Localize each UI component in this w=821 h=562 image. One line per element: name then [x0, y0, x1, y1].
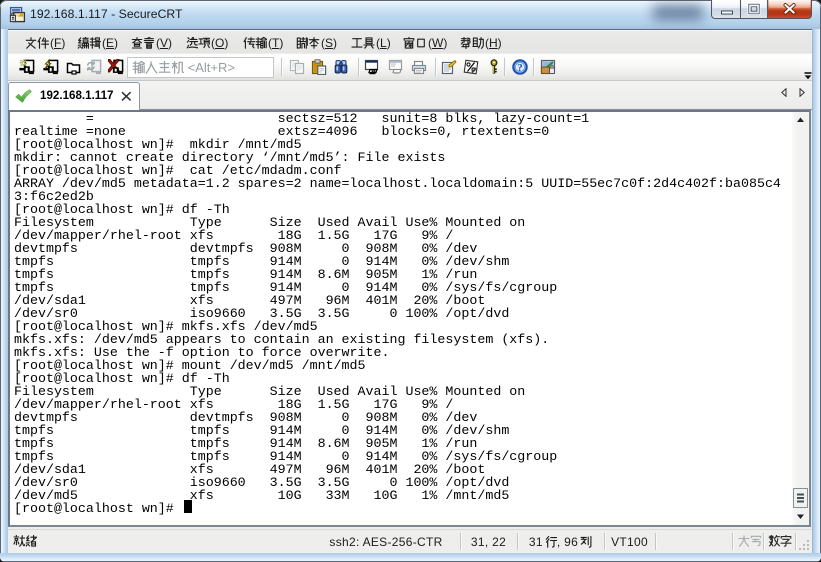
svg-text:?: ? — [517, 62, 523, 74]
